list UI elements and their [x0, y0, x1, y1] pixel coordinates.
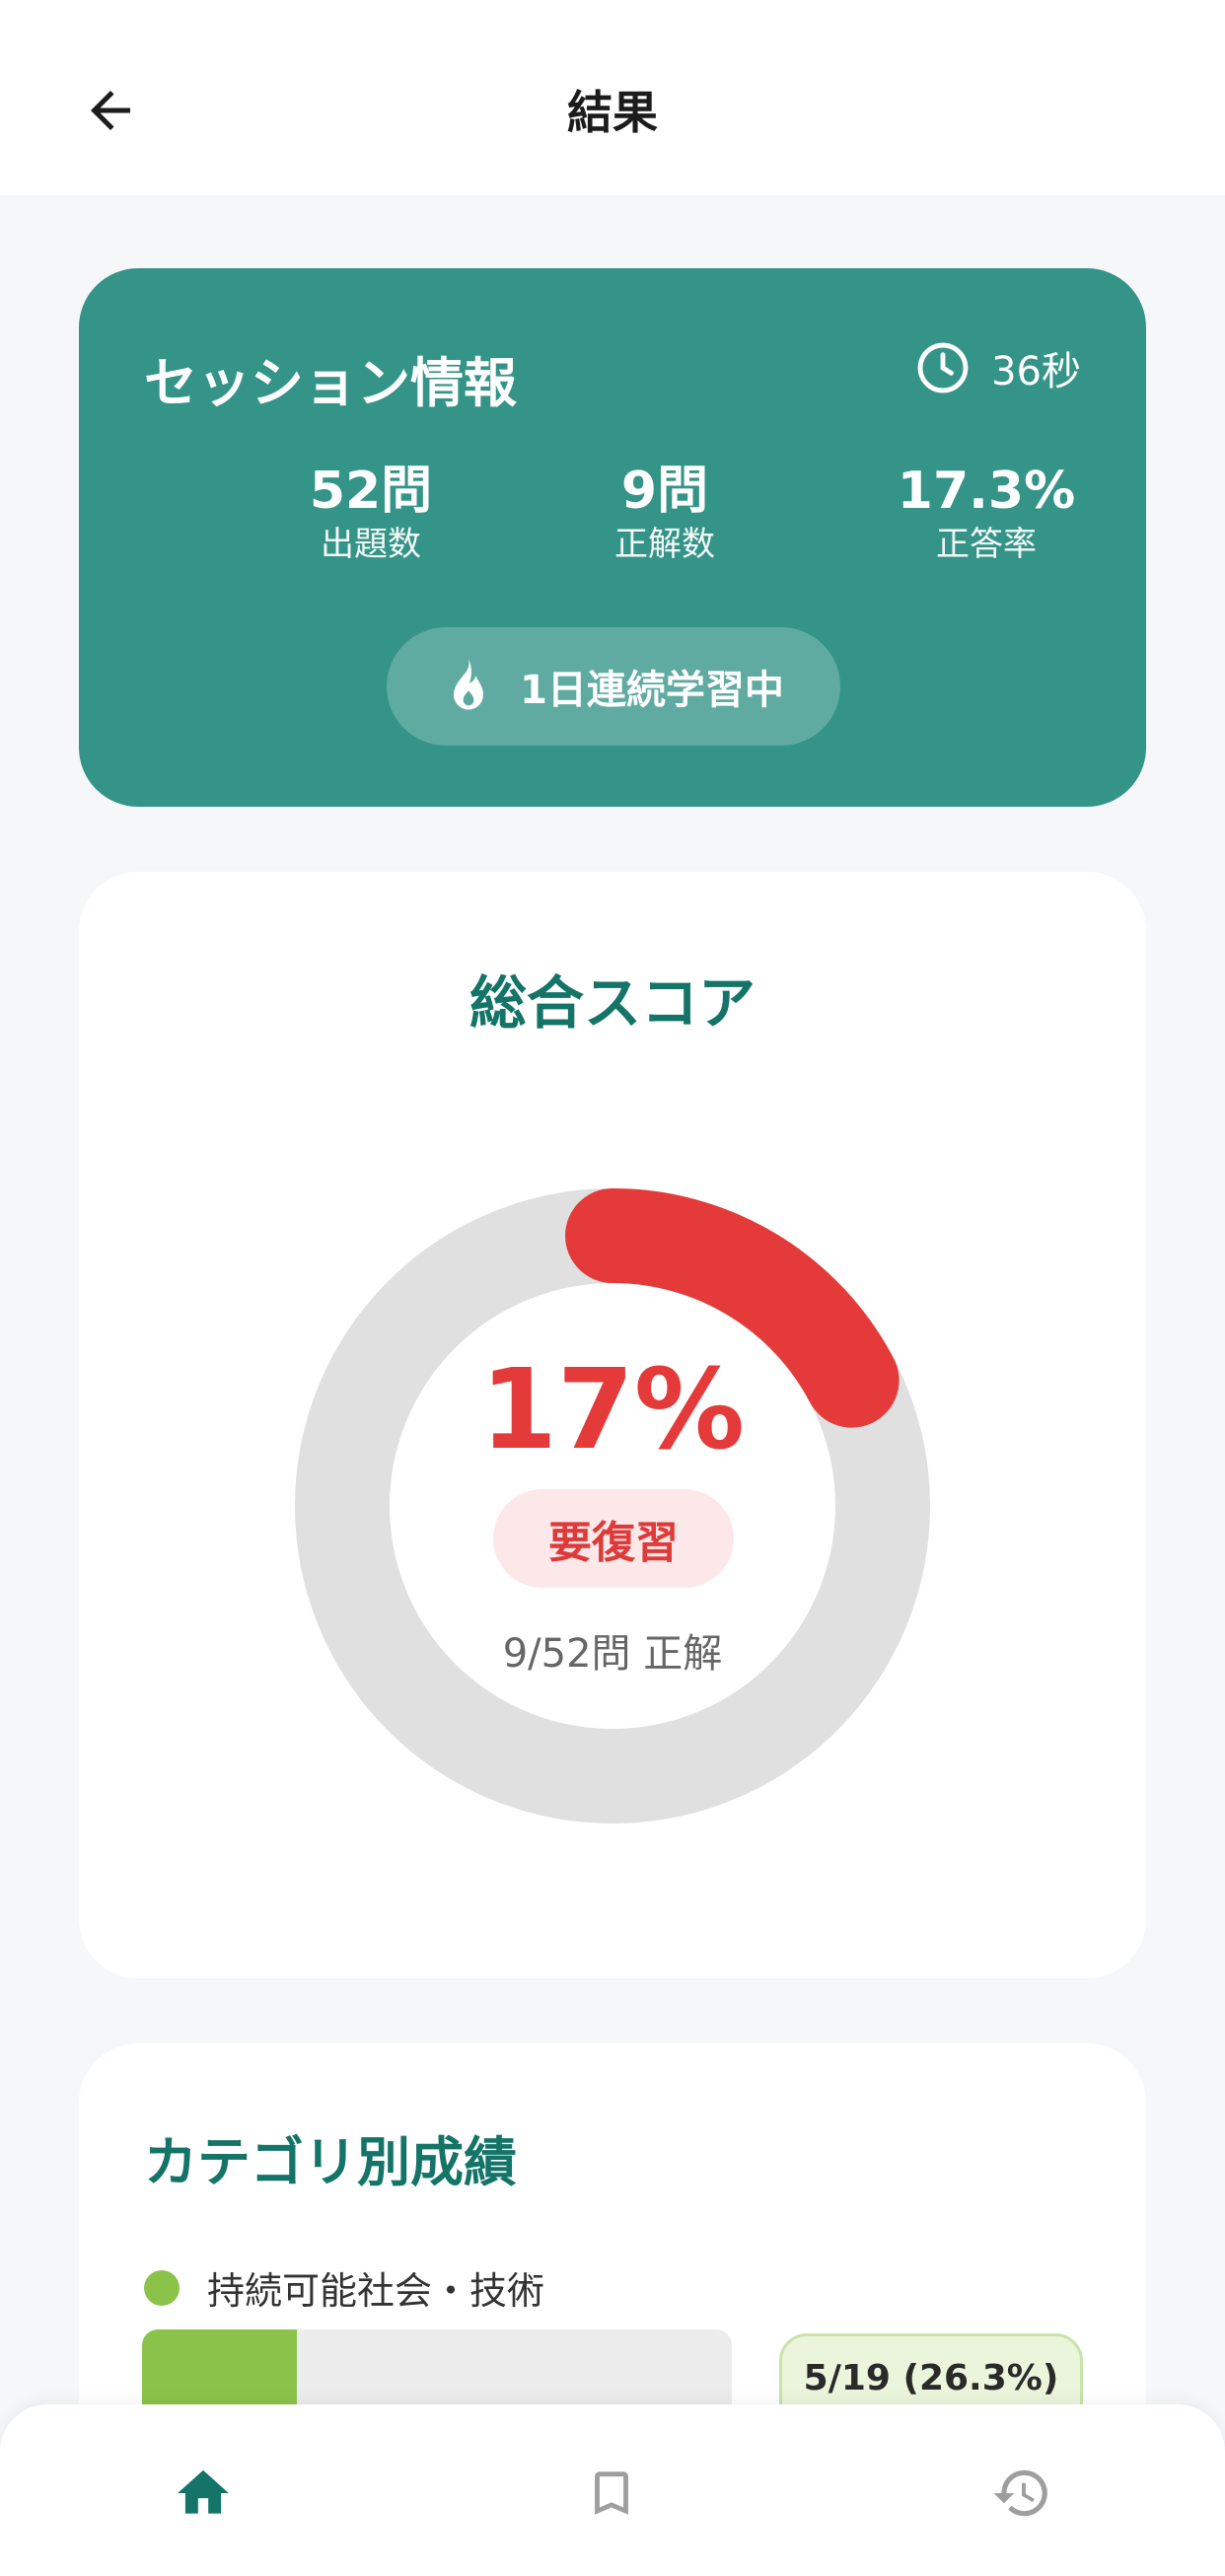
session-title: セッション情報 [144, 352, 517, 414]
score-percent: 17% [479, 1346, 746, 1474]
stat-questions: 52問 出題数 [233, 462, 509, 568]
streak-label: 1日連続学習中 [520, 668, 784, 713]
app-header: 結果 [0, 0, 1225, 195]
bottom-nav [0, 2404, 1225, 2576]
score-title: 総合スコア [468, 969, 756, 1037]
clock-icon [917, 342, 969, 394]
stat-questions-label: 出題数 [321, 525, 421, 564]
stat-accuracy: 17.3% 正答率 [848, 462, 1124, 568]
nav-home[interactable] [164, 2454, 243, 2533]
history-icon [993, 2469, 1047, 2517]
flame-icon [454, 659, 484, 710]
session-time: 36秒 [914, 339, 1081, 396]
session-info-card: セッション情報 36秒 52問 出題数 9問 正解数 17.3% 正答率 1日連… [79, 268, 1146, 807]
stat-correct-value: 9問 [620, 462, 709, 521]
score-detail: 9/52問 正解 [502, 1631, 723, 1677]
home-icon [178, 2469, 229, 2514]
results-screen: 結果 セッション情報 36秒 52問 出題数 9問 正解数 17.3% 正答率 [0, 0, 1225, 2576]
category-row-label: 持続可能社会・技術 [144, 2260, 544, 2315]
stat-questions-value: 52問 [309, 462, 433, 521]
overall-score-card: 総合スコア 17% 要復習 9/52問 正解 [79, 872, 1146, 1978]
score-status-badge: 要復習 [493, 1489, 734, 1588]
page-title: 結果 [567, 86, 658, 139]
stat-accuracy-value: 17.3% [897, 462, 1076, 521]
category-title: カテゴリ別成績 [144, 2131, 517, 2193]
stat-correct-label: 正解数 [614, 525, 715, 564]
bookmark-icon [595, 2471, 628, 2515]
streak-badge: 1日連続学習中 [387, 627, 840, 746]
stat-correct: 9問 正解数 [527, 462, 803, 568]
nav-bookmarks[interactable] [572, 2454, 651, 2533]
stat-accuracy-label: 正答率 [936, 525, 1037, 564]
category-dot [144, 2269, 180, 2306]
nav-history[interactable] [982, 2454, 1061, 2533]
category-name: 持続可能社会・技術 [207, 2269, 545, 2313]
session-time-value: 36秒 [991, 349, 1081, 394]
